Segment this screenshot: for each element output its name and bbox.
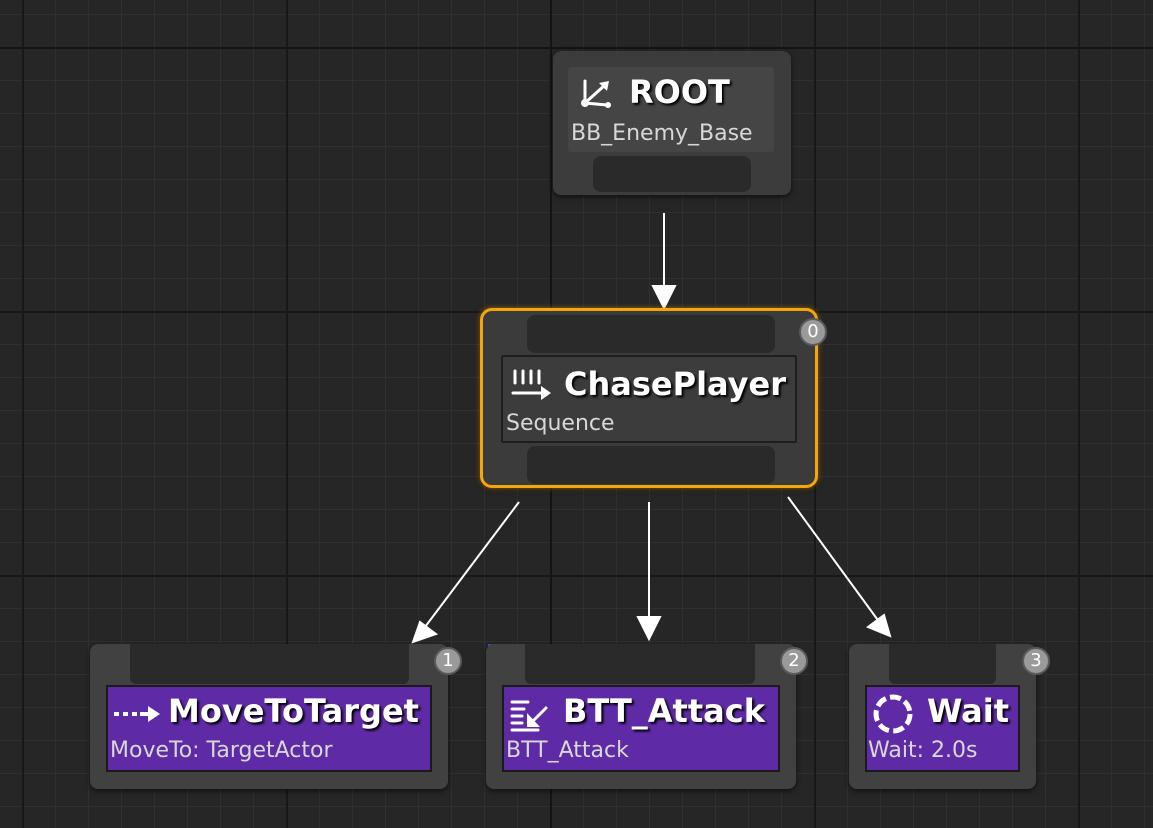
wire-chaseplayer-to-movetotarget bbox=[411, 501, 520, 644]
root-icon bbox=[581, 79, 611, 108]
root-blackboard-label: BB_Enemy_Base bbox=[571, 121, 753, 146]
execution-index-badge: 0 bbox=[799, 318, 827, 346]
wait-input-pin[interactable] bbox=[889, 644, 996, 684]
root-node[interactable]: ROOT BB_Enemy_Base bbox=[553, 51, 791, 195]
execution-index-badge: 2 bbox=[780, 647, 808, 675]
movetotarget-description: MoveTo: TargetActor bbox=[110, 738, 333, 763]
execution-index-badge: 3 bbox=[1022, 647, 1050, 675]
wire-root-to-chaseplayer bbox=[651, 213, 677, 311]
root-title: ROOT bbox=[629, 73, 730, 111]
chaseplayer-output-pin[interactable] bbox=[527, 446, 775, 484]
wait-node[interactable]: Wait Wait: 2.0s 3 bbox=[849, 644, 1050, 789]
chaseplayer-type-label: Sequence bbox=[506, 411, 615, 436]
chaseplayer-title: ChasePlayer bbox=[564, 365, 786, 403]
wire-chaseplayer-to-bttattack bbox=[636, 502, 662, 642]
movetotarget-input-pin[interactable] bbox=[130, 644, 409, 684]
chaseplayer-node[interactable]: ChasePlayer Sequence 0 bbox=[480, 308, 827, 488]
wait-title: Wait bbox=[927, 692, 1010, 730]
move-to-icon bbox=[114, 706, 160, 722]
btt-attack-node[interactable]: BTT_Attack BTT_Attack 2 bbox=[486, 644, 808, 789]
btt-attack-title: BTT_Attack bbox=[563, 692, 765, 730]
btt-attack-description: BTT_Attack bbox=[506, 738, 629, 763]
root-output-pin[interactable] bbox=[593, 156, 751, 192]
wait-icon bbox=[873, 694, 913, 734]
sequence-icon bbox=[511, 369, 551, 400]
wire-chaseplayer-to-wait bbox=[787, 496, 892, 638]
movetotarget-title: MoveToTarget bbox=[168, 692, 419, 730]
movetotarget-node[interactable]: MoveToTarget MoveTo: TargetActor 1 bbox=[90, 644, 462, 789]
task-icon bbox=[510, 700, 548, 732]
wait-description: Wait: 2.0s bbox=[868, 738, 978, 763]
btt-attack-input-pin[interactable] bbox=[525, 644, 755, 684]
execution-index-badge: 1 bbox=[434, 647, 462, 675]
chaseplayer-input-pin[interactable] bbox=[527, 315, 775, 353]
